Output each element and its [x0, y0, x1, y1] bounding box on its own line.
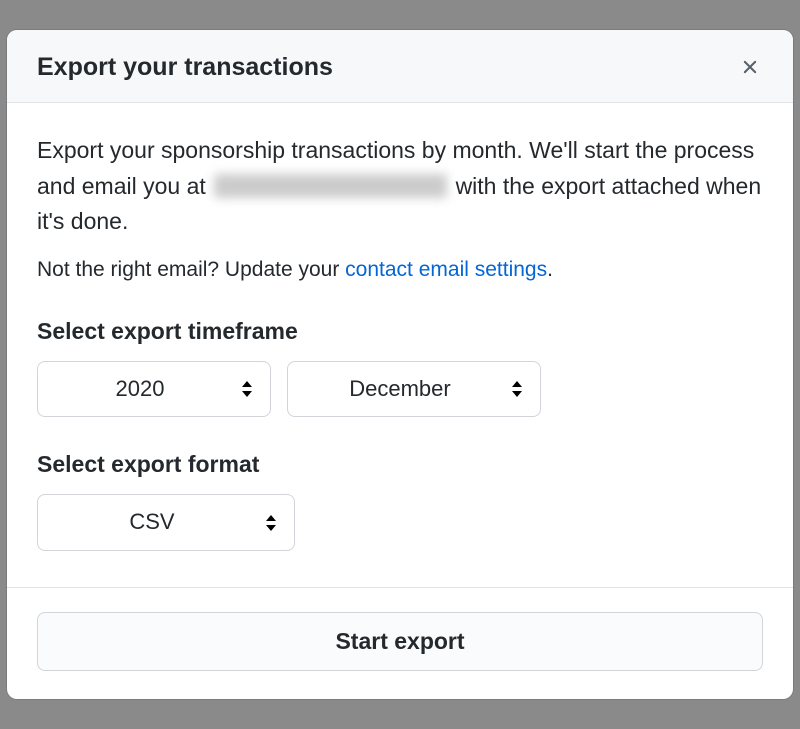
description-text: Export your sponsorship transactions by … — [37, 133, 763, 240]
modal-header: Export your transactions — [7, 30, 793, 103]
format-select[interactable]: CSV — [37, 494, 295, 550]
close-icon — [739, 56, 761, 78]
timeframe-label: Select export timeframe — [37, 318, 763, 345]
format-label: Select export format — [37, 451, 763, 478]
modal-body: Export your sponsorship transactions by … — [7, 103, 793, 587]
redacted-email — [214, 174, 447, 198]
modal-footer: Start export — [7, 587, 793, 699]
hint-prefix: Not the right email? Update your — [37, 258, 345, 281]
month-select[interactable]: December — [287, 361, 541, 417]
format-select-wrapper: CSV — [37, 494, 295, 550]
timeframe-selects: 2020 December — [37, 361, 763, 417]
close-button[interactable] — [735, 52, 765, 82]
hint-suffix: . — [547, 258, 553, 281]
export-modal: Export your transactions Export your spo… — [7, 30, 793, 699]
year-select-wrapper: 2020 — [37, 361, 271, 417]
year-select[interactable]: 2020 — [37, 361, 271, 417]
format-section: Select export format CSV — [37, 451, 763, 550]
contact-email-settings-link[interactable]: contact email settings — [345, 258, 547, 281]
timeframe-section: Select export timeframe 2020 December — [37, 318, 763, 417]
hint-text: Not the right email? Update your contact… — [37, 258, 763, 282]
start-export-button[interactable]: Start export — [37, 612, 763, 671]
modal-title: Export your transactions — [37, 53, 333, 82]
month-select-wrapper: December — [287, 361, 541, 417]
